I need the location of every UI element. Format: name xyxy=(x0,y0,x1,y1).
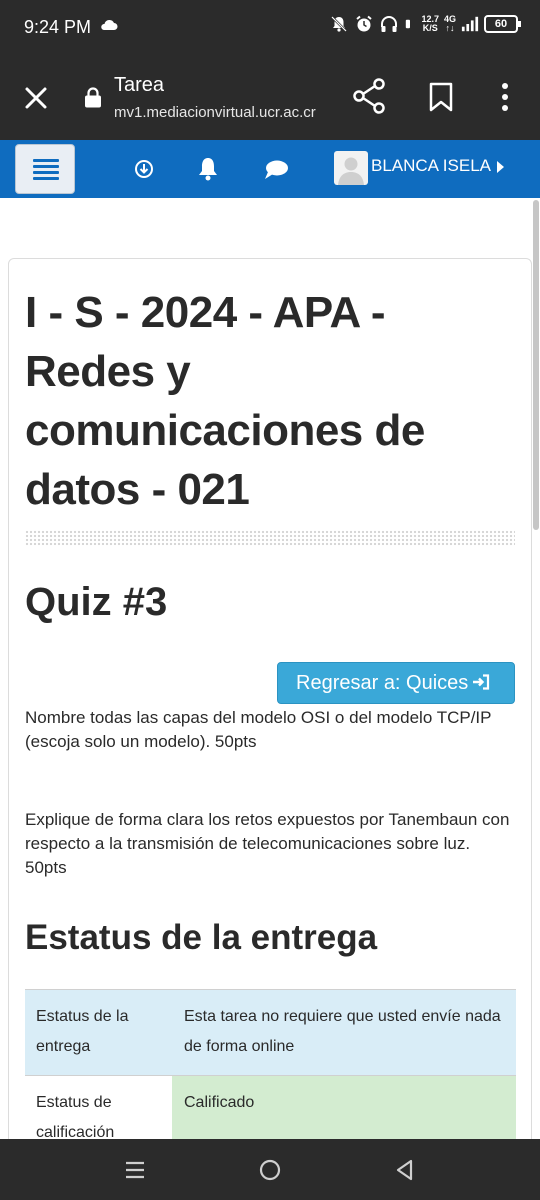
headphones-icon xyxy=(381,16,398,32)
quiz-description-1: Nombre todas las capas del modelo OSI o … xyxy=(25,708,492,751)
net-speed: 12.7 K/S xyxy=(421,15,439,33)
net-speed-unit: K/S xyxy=(422,23,438,33)
table-row: Estatus de calificación Calificado xyxy=(25,1075,516,1139)
quiz-title: Quiz #3 xyxy=(25,580,168,624)
bookmark-icon[interactable] xyxy=(428,82,454,112)
status-bar: 9:24 PM 12.7 K/S 4G ↑↓ 60 xyxy=(0,0,540,56)
status-time: 9:24 PM xyxy=(24,17,92,37)
system-navigation-bar xyxy=(0,1139,540,1200)
network-type: 4G ↑↓ xyxy=(443,14,456,33)
close-icon[interactable] xyxy=(22,84,50,112)
alarm-icon xyxy=(356,15,373,32)
quiz-description-2: Explique de forma clara los retos expues… xyxy=(25,810,510,877)
hamburger-icon xyxy=(33,159,59,162)
back-button-label: Regresar a: Quices xyxy=(296,672,469,694)
back-icon[interactable] xyxy=(392,1157,418,1183)
page-scrollbar[interactable] xyxy=(533,200,539,530)
battery-indicator: 60 xyxy=(484,15,521,33)
submission-status-heading: Estatus de la entrega xyxy=(25,918,378,957)
url-text[interactable]: mv1.mediacionvirtual.ucr.ac.cr xyxy=(114,104,316,121)
signal-icon xyxy=(461,16,479,32)
more-vert-icon[interactable] xyxy=(496,82,514,112)
grading-status-value: Calificado xyxy=(184,1094,255,1111)
user-name[interactable]: BLANCA ISELA xyxy=(371,156,491,176)
cloud-icon xyxy=(101,19,118,30)
recents-icon[interactable] xyxy=(122,1157,148,1183)
chat-icon[interactable] xyxy=(263,156,289,182)
sign-in-icon xyxy=(473,674,490,690)
lock-icon[interactable] xyxy=(84,86,102,108)
share-icon[interactable] xyxy=(352,78,386,114)
status-value: Esta tarea no requiere que usted envíe n… xyxy=(184,1008,501,1055)
hamburger-button[interactable] xyxy=(15,144,75,194)
caret-right-icon[interactable] xyxy=(497,161,504,173)
divider xyxy=(25,530,515,546)
course-title: I - S - 2024 - APA - Redes y comunicacio… xyxy=(25,288,425,514)
user-icon xyxy=(338,157,364,185)
back-to-quizzes-button[interactable]: Regresar a: Quices xyxy=(277,662,515,704)
site-navbar: BLANCA ISELA xyxy=(0,140,540,198)
table-row: Estatus de la entrega Esta tarea no requ… xyxy=(25,989,516,1075)
vibrate-icon xyxy=(406,19,411,29)
grading-status-label: Estatus de calificación xyxy=(36,1094,115,1139)
bell-icon[interactable] xyxy=(195,156,221,182)
mute-bell-icon xyxy=(331,16,348,32)
download-icon[interactable] xyxy=(131,156,157,182)
home-icon[interactable] xyxy=(257,1157,283,1183)
avatar[interactable] xyxy=(334,151,368,185)
page-title[interactable]: Tarea xyxy=(114,74,164,97)
browser-toolbar: Tarea mv1.mediacionvirtual.ucr.ac.cr xyxy=(0,56,540,140)
status-label: Estatus de la entrega xyxy=(36,1008,129,1055)
